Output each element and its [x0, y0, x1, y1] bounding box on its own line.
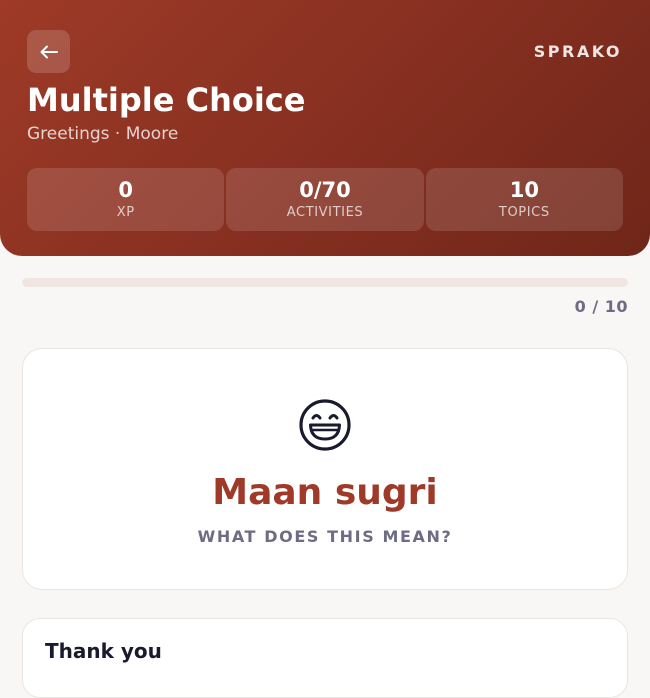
page-title: Multiple Choice: [27, 81, 306, 119]
stat-label: ACTIVITIES: [286, 205, 364, 221]
stat-value: 0/70: [299, 177, 351, 202]
question-prompt: WHAT DOES THIS MEAN?: [197, 527, 453, 546]
brand-logo-text: SPRAKO: [533, 42, 622, 61]
lesson-header: SPRAKO Multiple Choice Greetings · Moore…: [0, 0, 650, 256]
stat-value: 0: [118, 177, 133, 202]
progress-counter: 0 / 10: [574, 297, 628, 316]
question-card: Maan sugri WHAT DOES THIS MEAN?: [22, 348, 628, 590]
stat-value: 10: [509, 177, 539, 202]
stat-topics: 10 TOPICS: [425, 168, 623, 231]
back-button[interactable]: [27, 30, 70, 73]
answer-option-label: Thank you: [45, 639, 162, 663]
page-subtitle: Greetings · Moore: [27, 124, 179, 144]
stat-activities: 0/70 ACTIVITIES: [226, 168, 424, 231]
stats-row: 0 XP 0/70 ACTIVITIES 10 TOPICS: [27, 168, 623, 231]
answer-option[interactable]: Thank you: [22, 618, 628, 698]
progress-bar: [22, 278, 628, 287]
question-word: Maan sugri: [212, 472, 438, 513]
stat-label: TOPICS: [498, 205, 550, 221]
stat-label: XP: [116, 205, 135, 221]
stat-xp: 0 XP: [27, 168, 225, 231]
grinning-face-icon: [299, 399, 351, 451]
arrow-left-icon: [40, 45, 58, 58]
